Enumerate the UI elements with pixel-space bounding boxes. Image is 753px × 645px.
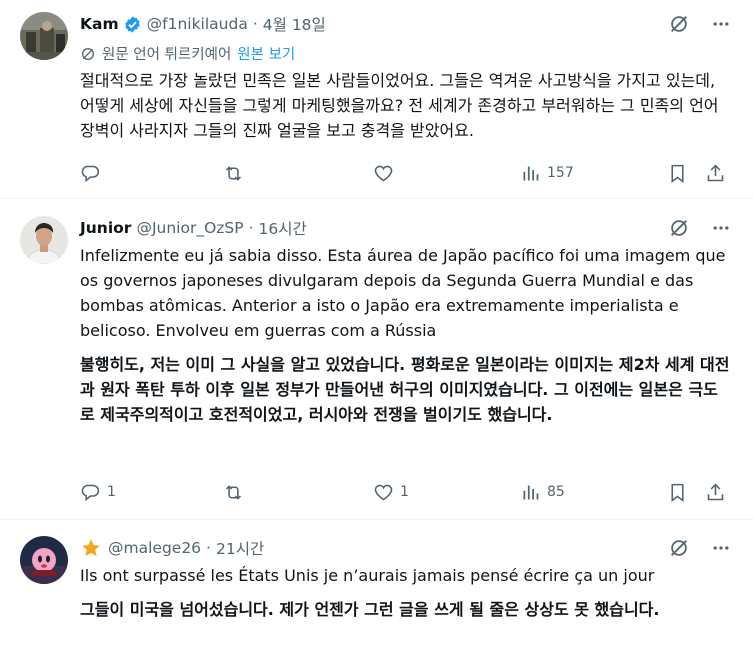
post-junior[interactable]: Junior @Junior_OzSP · 16시간 Infelizmente … bbox=[0, 199, 753, 520]
post-header: @malege26 · 21시간 bbox=[80, 536, 264, 560]
like-icon bbox=[374, 484, 393, 500]
share-button[interactable] bbox=[705, 480, 726, 504]
avatar[interactable] bbox=[20, 216, 68, 264]
translate-icon bbox=[80, 46, 96, 62]
post-header: Kam @f1nikilauda · 4월 18일 bbox=[80, 12, 326, 36]
post-translation: 그들이 미국을 넘어섰습니다. 제가 언젠가 그런 글을 쓰게 될 줄은 상상도… bbox=[80, 600, 660, 619]
reply-count: 1 bbox=[107, 484, 116, 500]
timestamp[interactable]: 16시간 bbox=[259, 217, 307, 239]
more-icon[interactable] bbox=[709, 536, 733, 560]
bookmark-icon bbox=[671, 164, 684, 183]
separator-dot: · bbox=[248, 219, 254, 237]
views-count: 85 bbox=[547, 484, 565, 500]
views-button[interactable]: 157 bbox=[520, 161, 574, 185]
post-text: Ils ont surpassé les États Unis je n’aur… bbox=[80, 566, 655, 585]
repost-icon bbox=[225, 484, 242, 500]
post-header: Junior @Junior_OzSP · 16시간 bbox=[80, 216, 307, 240]
share-button[interactable] bbox=[705, 161, 726, 185]
avatar[interactable] bbox=[20, 12, 68, 60]
like-button[interactable] bbox=[373, 161, 394, 185]
user-handle[interactable]: @malege26 bbox=[108, 539, 201, 557]
more-icon[interactable] bbox=[709, 216, 733, 240]
star-icon bbox=[80, 537, 102, 559]
repost-button[interactable] bbox=[223, 161, 244, 185]
views-icon bbox=[523, 166, 539, 180]
repost-icon bbox=[225, 165, 242, 181]
separator-dot: · bbox=[206, 539, 211, 557]
timestamp[interactable]: 4월 18일 bbox=[263, 13, 326, 35]
timestamp[interactable]: 21시간 bbox=[216, 537, 264, 559]
reply-icon bbox=[81, 165, 100, 182]
like-icon bbox=[374, 165, 393, 181]
show-original-link[interactable]: 원본 보기 bbox=[237, 43, 295, 64]
grok-icon[interactable] bbox=[667, 216, 691, 240]
grok-icon[interactable] bbox=[667, 12, 691, 36]
user-handle[interactable]: @Junior_OzSP bbox=[136, 219, 243, 237]
reply-button[interactable] bbox=[80, 161, 101, 185]
bookmark-icon bbox=[671, 483, 684, 502]
display-name[interactable]: Kam bbox=[80, 15, 119, 33]
bookmark-button[interactable] bbox=[667, 161, 688, 185]
views-icon bbox=[523, 485, 539, 499]
post-translation: 불행히도, 저는 이미 그 사실을 알고 있었습니다. 평화로운 일본이라는 이… bbox=[80, 355, 730, 424]
views-count: 157 bbox=[547, 165, 574, 181]
post-kam[interactable]: Kam @f1nikilauda · 4월 18일 원문 언어 튀르키예어 원본… bbox=[0, 0, 753, 199]
separator-dot: · bbox=[252, 15, 258, 33]
post-text: 절대적으로 가장 놀랐던 민족은 일본 사람들이었어요. 그들은 역겨운 사고방… bbox=[80, 71, 719, 140]
repost-button[interactable] bbox=[223, 480, 244, 504]
avatar[interactable] bbox=[20, 536, 68, 584]
translation-note: 원문 언어 튀르키예어 원본 보기 bbox=[80, 43, 295, 64]
share-icon bbox=[707, 164, 724, 181]
post-text: Infelizmente eu já sabia disso. Esta áur… bbox=[80, 246, 726, 340]
views-button[interactable]: 85 bbox=[520, 480, 565, 504]
display-name[interactable]: Junior bbox=[80, 219, 131, 237]
bookmark-button[interactable] bbox=[667, 480, 688, 504]
verified-badge-icon bbox=[123, 15, 142, 34]
user-handle[interactable]: @f1nikilauda bbox=[147, 15, 248, 33]
translation-source: 원문 언어 튀르키예어 bbox=[102, 47, 232, 63]
reply-icon bbox=[81, 484, 100, 501]
like-button[interactable]: 1 bbox=[373, 480, 409, 504]
action-bar: 1 1 85 bbox=[80, 480, 730, 504]
reply-button[interactable]: 1 bbox=[80, 480, 116, 504]
post-malege[interactable]: @malege26 · 21시간 Ils ont surpassé les Ét… bbox=[0, 520, 753, 645]
share-icon bbox=[707, 483, 724, 500]
action-bar: 157 bbox=[80, 161, 730, 185]
grok-icon[interactable] bbox=[667, 536, 691, 560]
more-icon[interactable] bbox=[709, 12, 733, 36]
like-count: 1 bbox=[400, 484, 409, 500]
